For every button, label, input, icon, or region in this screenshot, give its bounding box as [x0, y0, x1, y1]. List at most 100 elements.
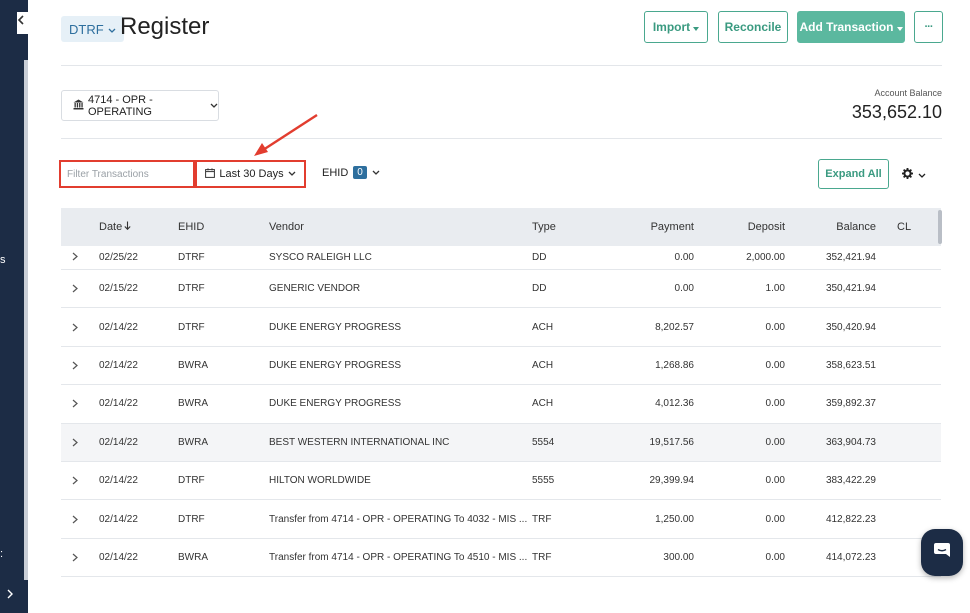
add-transaction-label: Add Transaction	[799, 20, 894, 34]
column-header-ehid[interactable]: EHID	[178, 221, 269, 233]
entity-select[interactable]: DTRF	[61, 16, 124, 42]
cell-date: 02/14/22	[99, 436, 138, 448]
table-settings-button[interactable]	[902, 166, 926, 184]
calendar-icon	[205, 167, 216, 181]
cell-type: DD	[532, 283, 547, 295]
cell-deposit: 0.00	[765, 398, 785, 410]
cell-date: 02/15/22	[99, 283, 138, 295]
account-select[interactable]: 4714 - OPR - OPERATING	[61, 90, 219, 121]
table-row[interactable]: 02/14/22 BWRA Transfer from 4714 - OPR - O…	[61, 539, 941, 578]
date-range-label: Last 30 Days	[219, 168, 284, 180]
import-label: Import	[652, 20, 691, 34]
cell-type: DD	[532, 252, 547, 263]
expand-row-chevron-icon[interactable]	[61, 284, 88, 293]
column-header-payment[interactable]: Payment	[612, 221, 694, 233]
cell-payment: 4,012.36	[655, 398, 694, 410]
cell-payment: 29,399.94	[649, 475, 695, 487]
expand-row-chevron-icon[interactable]	[61, 399, 88, 408]
cell-deposit: 1.00	[765, 283, 785, 295]
expand-row-chevron-icon[interactable]	[61, 252, 88, 261]
cell-vendor: Transfer from 4714 - OPR - OPERATING To …	[269, 551, 528, 563]
sidebar-collapse-button[interactable]	[17, 12, 39, 34]
cell-ehid: DTRF	[178, 321, 205, 333]
table-scrollbar[interactable]	[938, 210, 942, 244]
chevron-down-icon	[372, 167, 380, 179]
reconcile-button[interactable]: Reconcile	[718, 11, 788, 43]
column-header-type[interactable]: Type	[532, 221, 612, 233]
more-dots-icon: ···	[924, 21, 934, 33]
bank-icon	[73, 99, 84, 113]
cell-vendor: HILTON WORLDWIDE	[269, 475, 371, 487]
table-row[interactable]: 02/14/22 DTRF DUKE ENERGY PROGRESS ACH 8,202…	[61, 308, 941, 347]
sidebar: s :	[0, 0, 28, 613]
account-balance-label: Account Balance	[874, 88, 942, 98]
more-options-button[interactable]: ···	[914, 11, 943, 43]
cell-type: 5555	[532, 475, 555, 487]
sort-down-arrow-icon	[124, 221, 131, 233]
cell-ehid: BWRA	[178, 436, 208, 448]
cell-vendor: DUKE ENERGY PROGRESS	[269, 359, 402, 371]
add-transaction-button[interactable]: Add Transaction	[797, 11, 905, 43]
chat-support-button[interactable]	[921, 529, 963, 576]
cell-balance: 352,421.94	[825, 252, 876, 263]
cell-balance: 350,420.94	[825, 321, 876, 333]
date-range-select[interactable]: Last 30 Days	[195, 160, 306, 188]
table-row[interactable]: 02/14/22 DTRF Transfer from 4714 - OPR - O…	[61, 500, 941, 539]
chevron-right-icon[interactable]	[6, 586, 14, 604]
transactions-table: Date EHID Vendor Type Payment Deposit Ba…	[61, 208, 941, 588]
column-header-cl[interactable]: CL	[876, 221, 916, 233]
expand-all-button[interactable]: Expand All	[818, 159, 889, 189]
table-row[interactable]: 02/14/22 DTRF HILTON WORLDWIDE 5555 29,399.9…	[61, 462, 941, 501]
cell-date: 02/14/22	[99, 513, 138, 525]
chevron-down-icon	[918, 166, 926, 184]
cell-deposit: 0.00	[765, 475, 785, 487]
expand-row-chevron-icon[interactable]	[61, 438, 88, 447]
cell-date: 02/14/22	[99, 321, 138, 333]
column-header-vendor[interactable]: Vendor	[269, 221, 532, 233]
cell-balance: 363,904.73	[825, 436, 876, 448]
cell-type: TRF	[532, 513, 552, 525]
cell-deposit: 0.00	[765, 436, 785, 448]
table-header: Date EHID Vendor Type Payment Deposit Ba…	[61, 208, 941, 246]
chevron-down-icon	[108, 22, 116, 37]
cell-ehid: BWRA	[178, 551, 208, 563]
table-row[interactable]: 02/25/22 DTRF SYSCO RALEIGH LLC DD 0.00 2,000…	[61, 246, 941, 270]
cell-vendor: DUKE ENERGY PROGRESS	[269, 398, 402, 410]
cell-payment: 0.00	[674, 252, 694, 263]
ehid-count-badge: 0	[353, 166, 367, 179]
cell-date: 02/25/22	[99, 252, 138, 263]
cell-type: ACH	[532, 321, 554, 333]
expand-row-chevron-icon[interactable]	[61, 476, 88, 485]
column-header-deposit[interactable]: Deposit	[694, 221, 785, 233]
ehid-filter[interactable]: EHID 0	[322, 166, 380, 179]
chevron-down-icon	[288, 168, 296, 180]
expand-row-chevron-icon[interactable]	[61, 323, 88, 332]
table-row[interactable]: 02/15/22 DTRF GENERIC VENDOR DD 0.00 1.00 350,…	[61, 270, 941, 309]
cell-payment: 1,250.00	[655, 513, 694, 525]
expand-row-chevron-icon[interactable]	[61, 553, 88, 562]
table-row[interactable]: 02/14/22 BWRA DUKE ENERGY PROGRESS ACH 1,268…	[61, 347, 941, 386]
sidebar-scrollbar[interactable]	[24, 60, 28, 580]
cell-type: ACH	[532, 359, 554, 371]
filter-transactions-input[interactable]	[59, 160, 195, 188]
cell-deposit: 0.00	[765, 513, 785, 525]
table-row[interactable]: 02/14/22 BWRA BEST WESTERN INTERNATIONAL I…	[61, 423, 941, 462]
column-header-balance[interactable]: Balance	[785, 221, 876, 233]
chat-bubble-icon	[933, 542, 951, 563]
column-header-date[interactable]: Date	[88, 221, 178, 233]
chevron-left-icon	[17, 12, 25, 29]
cell-vendor: SYSCO RALEIGH LLC	[269, 252, 372, 263]
cell-ehid: DTRF	[178, 252, 205, 263]
cell-vendor: Transfer from 4714 - OPR - OPERATING To …	[269, 513, 528, 525]
sidebar-partial-text-2: :	[0, 548, 4, 560]
import-button[interactable]: Import	[644, 11, 708, 43]
divider	[61, 65, 942, 66]
expand-row-chevron-icon[interactable]	[61, 515, 88, 524]
cell-ehid: BWRA	[178, 398, 208, 410]
cell-vendor: GENERIC VENDOR	[269, 283, 361, 295]
account-balance-value: 353,652.10	[851, 102, 942, 122]
sidebar-partial-text: s	[0, 254, 6, 266]
table-row[interactable]: 02/14/22 BWRA DUKE ENERGY PROGRESS ACH 4,012…	[61, 385, 941, 424]
expand-row-chevron-icon[interactable]	[61, 361, 88, 370]
caret-down-icon	[896, 20, 903, 34]
